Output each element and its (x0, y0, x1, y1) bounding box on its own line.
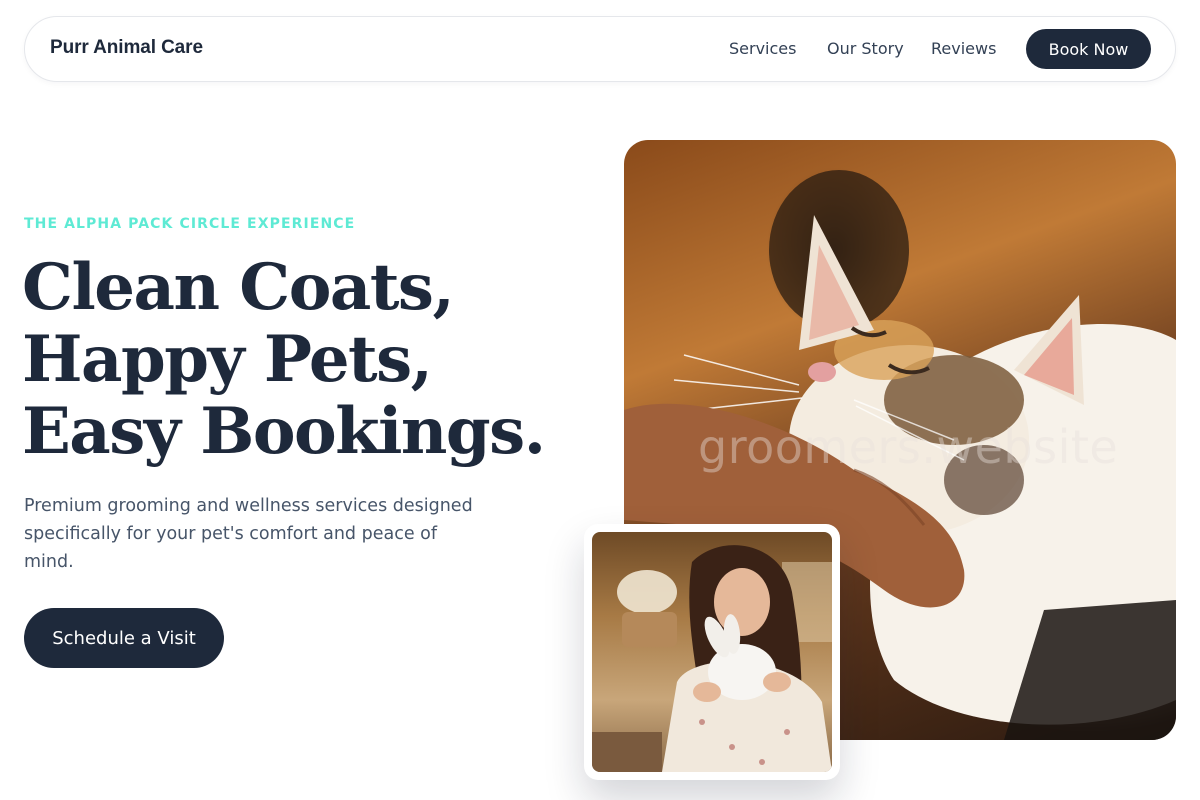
page: Purr Animal Care Services Our Story Revi… (0, 0, 1200, 800)
headline-line-1: Clean Coats, (22, 250, 455, 325)
headline-line-3: Easy Bookings. (22, 394, 546, 469)
navbar: Purr Animal Care Services Our Story Revi… (24, 16, 1176, 82)
nav-link-services[interactable]: Services (729, 39, 796, 58)
hero-eyebrow: THE ALPHA PACK CIRCLE EXPERIENCE (24, 216, 356, 232)
brand-logo[interactable]: Purr Animal Care (50, 37, 203, 59)
woman-rabbit-illustration (592, 545, 832, 772)
headline-line-2: Happy Pets, (22, 322, 433, 397)
hero-subtext: Premium grooming and wellness services d… (24, 496, 473, 572)
nav-link-reviews[interactable]: Reviews (931, 39, 996, 58)
nav-link-our-story[interactable]: Our Story (827, 39, 904, 58)
schedule-visit-button[interactable]: Schedule a Visit (24, 608, 224, 668)
book-now-button[interactable]: Book Now (1026, 29, 1151, 69)
hero-woman-rabbit-photo (592, 532, 832, 772)
photo-watermark: groomers.website (698, 420, 1119, 474)
hero-headline: Clean Coats, Happy Pets, Easy Bookings. (22, 252, 582, 468)
hero-inset-frame (584, 524, 840, 780)
